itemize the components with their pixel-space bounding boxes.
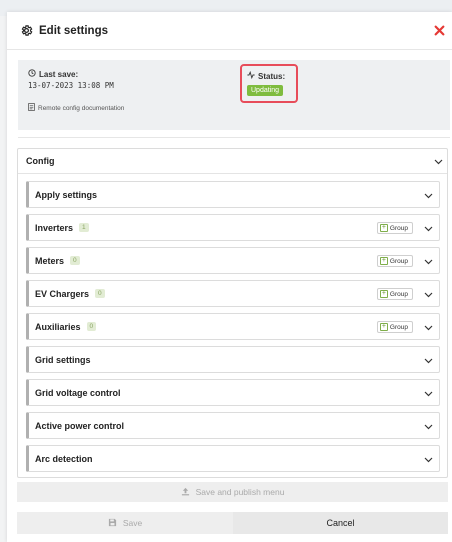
document-icon <box>28 103 35 113</box>
last-save-value: 13-07-2023 13:08 PM <box>28 81 114 90</box>
section-meters[interactable]: Meters 0 + Group <box>26 247 440 274</box>
clock-icon <box>28 69 36 79</box>
publish-label: Save and publish menu <box>195 487 285 497</box>
section-apply-settings[interactable]: Apply settings <box>26 181 440 208</box>
status-heading: Status: <box>247 70 286 81</box>
count-badge: 0 <box>95 289 105 298</box>
divider <box>18 137 450 138</box>
section-arc-detection[interactable]: Arc detection <box>26 445 440 472</box>
group-button-label: Group <box>389 290 408 298</box>
floppy-disk-icon <box>108 518 117 529</box>
last-save-heading: Last save: <box>28 69 78 79</box>
section-grid-settings[interactable]: Grid settings <box>26 346 440 373</box>
gear-icon <box>19 24 33 38</box>
plus-icon: + <box>379 323 388 331</box>
status-badge: Updating <box>247 85 284 96</box>
section-ev-chargers[interactable]: EV Chargers 0 + Group <box>26 280 440 307</box>
group-button-label: Group <box>389 323 408 331</box>
chevron-down-icon[interactable] <box>424 224 433 234</box>
section-inverters[interactable]: Inverters 1 + Group <box>26 214 440 241</box>
section-label: Active power control <box>35 420 125 431</box>
section-label: Grid settings <box>35 354 91 365</box>
count-badge: 0 <box>86 322 97 331</box>
add-group-button[interactable]: + Group <box>376 255 413 267</box>
section-grid-voltage-control[interactable]: Grid voltage control <box>26 379 440 406</box>
save-label: Save <box>122 518 143 528</box>
save-button[interactable]: Save <box>17 512 233 534</box>
chevron-down-icon[interactable] <box>424 323 433 333</box>
chevron-down-icon[interactable] <box>424 290 433 300</box>
config-title: Config <box>26 156 55 166</box>
activity-icon <box>247 70 255 81</box>
section-label: Inverters <box>35 222 74 233</box>
chevron-down-icon[interactable] <box>424 389 433 399</box>
section-label: EV Chargers <box>35 288 90 299</box>
status-label: Status: <box>258 71 286 81</box>
plus-icon: + <box>379 257 388 265</box>
add-group-button[interactable]: + Group <box>376 288 413 300</box>
docs-link-label: Remote config documentation <box>38 104 125 112</box>
remote-config-docs-link[interactable]: Remote config documentation <box>28 103 124 113</box>
chevron-down-icon[interactable] <box>424 191 433 201</box>
upload-icon <box>181 487 190 498</box>
close-icon[interactable] <box>432 23 446 37</box>
chevron-down-icon[interactable] <box>434 157 443 167</box>
section-label: Arc detection <box>35 453 93 464</box>
group-button-label: Group <box>389 257 408 265</box>
config-header[interactable]: Config <box>18 149 447 174</box>
group-button-label: Group <box>389 224 408 232</box>
cancel-button[interactable]: Cancel <box>233 512 448 534</box>
modal-title: Edit settings <box>39 24 109 37</box>
add-group-button[interactable]: + Group <box>376 222 413 234</box>
section-active-power-control[interactable]: Active power control <box>26 412 440 439</box>
chevron-down-icon[interactable] <box>424 356 433 366</box>
modal-header: Edit settings <box>7 12 452 50</box>
chevron-down-icon[interactable] <box>424 455 433 465</box>
section-auxiliaries[interactable]: Auxiliaries 0 + Group <box>26 313 440 340</box>
config-accordion: Config Apply settings Inverters 1 + Group… <box>17 148 448 478</box>
section-label: Auxiliaries <box>35 321 81 332</box>
count-badge: 1 <box>79 223 89 232</box>
save-and-publish-button[interactable]: Save and publish menu <box>17 482 448 502</box>
add-group-button[interactable]: + Group <box>376 321 413 333</box>
section-label: Grid voltage control <box>35 387 121 398</box>
save-info-panel: Last save: 13-07-2023 13:08 PM Remote co… <box>18 60 450 130</box>
section-label: Apply settings <box>35 189 98 200</box>
chevron-down-icon[interactable] <box>424 257 433 267</box>
chevron-down-icon[interactable] <box>424 422 433 432</box>
status-box: Status: Updating <box>240 64 298 103</box>
plus-icon: + <box>379 290 388 298</box>
section-label: Meters <box>35 255 65 266</box>
edit-settings-modal: Edit settings Last save: 13-07-2023 13:0… <box>7 12 452 542</box>
plus-icon: + <box>379 224 388 232</box>
last-save-label: Last save: <box>39 69 79 79</box>
count-badge: 0 <box>70 256 80 265</box>
